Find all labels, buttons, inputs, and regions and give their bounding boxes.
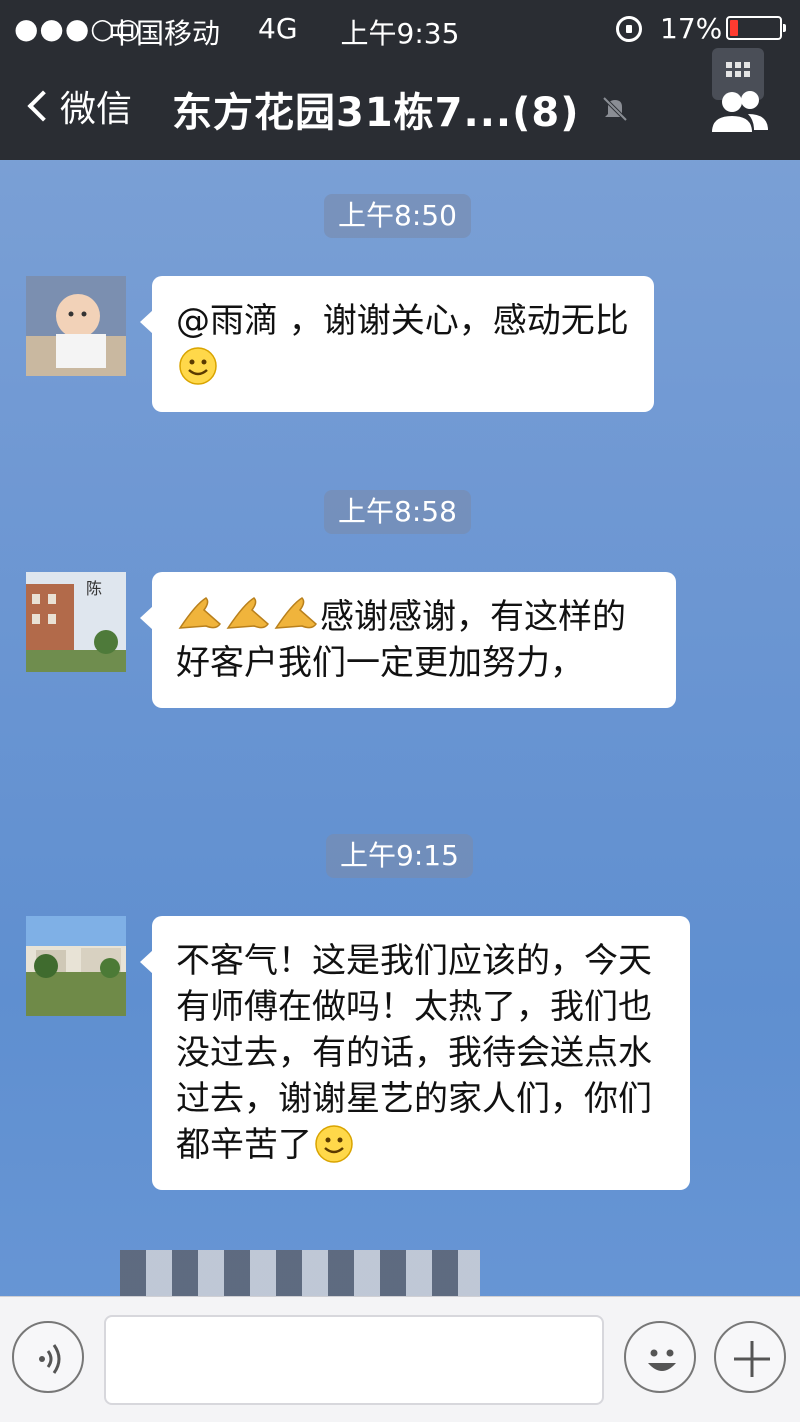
status-bar: ●●●○○ 中国移动 4G 上午9:35 17% (0, 0, 800, 56)
clapping-hands-emoji (226, 597, 269, 629)
message-timestamp: 上午9:15 (326, 834, 473, 878)
battery-level (730, 20, 739, 36)
top-bar: ●●●○○ 中国移动 4G 上午9:35 17% 微信 东方花园31栋7...(… (0, 0, 800, 160)
chat-area[interactable]: 上午8:50 @雨滴 ，谢谢关心，感动无比 上午8:58 陈 感谢感谢，有这样的… (0, 160, 800, 1296)
message-timestamp: 上午8:58 (324, 490, 471, 534)
message-text: 不客气！这是我们应该的，今天有师傅在做吗！太热了，我们也没过去，有的话，我待会送… (176, 941, 652, 1165)
voice-input-icon (39, 1344, 61, 1374)
clapping-hands-emoji (274, 597, 317, 629)
rotation-lock-icon (616, 16, 642, 42)
message-text: @雨滴 ，谢谢关心，感动无比 (176, 301, 629, 341)
plus-icon (734, 1341, 770, 1377)
chat-title: 东方花园31栋7...(8) (172, 90, 580, 136)
emoji-button[interactable] (624, 1321, 696, 1393)
clapping-hands-emoji (178, 597, 221, 629)
back-button[interactable]: 微信 (22, 78, 132, 134)
back-label: 微信 (60, 89, 133, 130)
message-input[interactable] (104, 1315, 604, 1405)
battery-icon (726, 16, 786, 40)
nav-bar: 微信 东方花园31栋7...(8) (0, 48, 800, 160)
building-photo-avatar: 陈 (26, 572, 126, 672)
avatar[interactable] (26, 276, 126, 376)
smile-emoji (179, 347, 217, 385)
chevron-left-icon (27, 90, 59, 122)
mute-bell-icon (602, 96, 628, 122)
message-timestamp: 上午8:50 (324, 194, 471, 238)
avatar[interactable] (26, 916, 126, 1016)
input-bar (0, 1296, 800, 1422)
child-photo-avatar (26, 276, 126, 376)
message-bubble[interactable]: 感谢感谢，有这样的好客户我们一定更加努力， (140, 572, 676, 708)
background-building (120, 1250, 480, 1296)
message-bubble[interactable]: 不客气！这是我们应该的，今天有师傅在做吗！太热了，我们也没过去，有的话，我待会送… (140, 916, 690, 1190)
battery-percent: 17% (660, 12, 723, 45)
message-bubble[interactable]: @雨滴 ，谢谢关心，感动无比 (140, 276, 654, 412)
svg-text:陈: 陈 (86, 579, 102, 598)
more-button[interactable] (714, 1321, 786, 1393)
group-members-icon[interactable] (708, 86, 772, 138)
smile-emoji (315, 1125, 353, 1163)
emoji-icon (648, 1349, 676, 1371)
voice-input-button[interactable] (12, 1321, 84, 1393)
landscape-photo-avatar (26, 916, 126, 1016)
avatar[interactable]: 陈 (26, 572, 126, 672)
